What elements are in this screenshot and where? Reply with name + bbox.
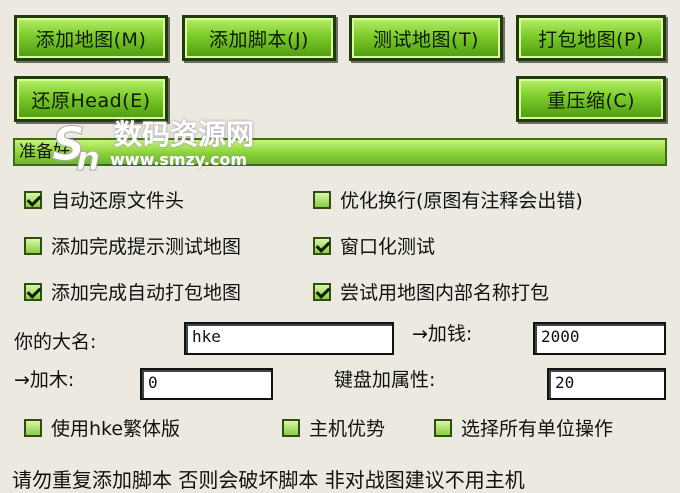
gold-value: 2000 xyxy=(541,327,580,346)
status-text: 准备好 xyxy=(19,142,70,162)
checkbox-unchecked-icon xyxy=(434,418,452,437)
add-script-button[interactable]: 添加脚本(J) xyxy=(182,15,336,61)
checkbox-label: 自动还原文件头 xyxy=(51,190,185,212)
checkbox-checked-icon xyxy=(313,236,331,255)
status-bar: 准备好 xyxy=(13,138,667,166)
gold-label: →加钱: xyxy=(412,323,473,345)
warning-notice: 请勿重复添加脚本 否则会破坏脚本 非对战图建议不用主机 xyxy=(12,468,525,492)
auto-restore-header-checkbox[interactable]: 自动还原文件头 xyxy=(24,186,184,213)
test-map-button[interactable]: 测试地图(T) xyxy=(349,15,503,61)
wood-value: 0 xyxy=(148,373,158,392)
prompt-test-map-checkbox[interactable]: 添加完成提示测试地图 xyxy=(24,232,241,259)
checkbox-unchecked-icon xyxy=(282,418,300,437)
restore-head-button[interactable]: 还原Head(E) xyxy=(14,76,168,122)
checkbox-label: 添加完成自动打包地图 xyxy=(51,282,242,304)
recompress-button[interactable]: 重压缩(C) xyxy=(516,76,666,122)
checkbox-unchecked-icon xyxy=(24,236,42,255)
wood-label: →加木: xyxy=(14,369,75,391)
checkbox-checked-icon xyxy=(24,190,42,209)
wood-input[interactable]: 0 xyxy=(140,368,273,400)
name-label: 你的大名: xyxy=(14,331,97,353)
traditional-version-checkbox[interactable]: 使用hke繁体版 xyxy=(24,414,180,441)
host-advantage-checkbox[interactable]: 主机优势 xyxy=(282,414,385,441)
pack-map-button[interactable]: 打包地图(P) xyxy=(516,15,666,61)
name-input[interactable]: hke xyxy=(184,322,394,355)
checkbox-label: 使用hke繁体版 xyxy=(51,418,181,440)
hotkey-attr-value: 20 xyxy=(555,373,575,392)
gold-input[interactable]: 2000 xyxy=(533,322,666,355)
name-value: hke xyxy=(192,327,221,346)
optimize-newline-checkbox[interactable]: 优化换行(原图有注释会出错) xyxy=(313,186,583,213)
checkbox-checked-icon xyxy=(24,282,42,301)
internal-name-pack-checkbox[interactable]: 尝试用地图内部名称打包 xyxy=(313,278,549,305)
checkbox-label: 主机优势 xyxy=(309,418,386,440)
checkbox-unchecked-icon xyxy=(24,418,42,437)
checkbox-label: 优化换行(原图有注释会出错) xyxy=(340,190,583,212)
checkbox-label: 尝试用地图内部名称打包 xyxy=(340,282,550,304)
add-map-button[interactable]: 添加地图(M) xyxy=(14,15,168,61)
hotkey-attr-label: 键盘加属性: xyxy=(334,369,436,391)
checkbox-checked-icon xyxy=(313,282,331,301)
hotkey-attr-input[interactable]: 20 xyxy=(547,368,666,400)
select-all-units-checkbox[interactable]: 选择所有单位操作 xyxy=(434,414,613,441)
checkbox-label: 选择所有单位操作 xyxy=(461,418,614,440)
checkbox-label: 添加完成提示测试地图 xyxy=(51,236,242,258)
auto-pack-map-checkbox[interactable]: 添加完成自动打包地图 xyxy=(24,278,241,305)
checkbox-label: 窗口化测试 xyxy=(340,236,436,258)
windowed-test-checkbox[interactable]: 窗口化测试 xyxy=(313,232,435,259)
checkbox-unchecked-icon xyxy=(313,190,331,209)
